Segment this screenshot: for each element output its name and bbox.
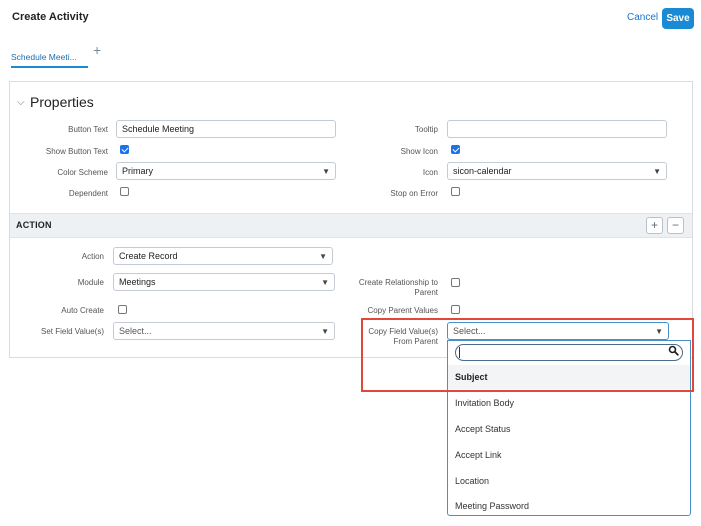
chevron-down-icon: ▼ [321, 327, 329, 336]
action-section-header [10, 213, 692, 238]
cancel-button[interactable]: Cancel [627, 12, 658, 23]
show-button-text-checkbox[interactable] [120, 145, 129, 154]
color-scheme-label: Color Scheme [57, 168, 108, 177]
create-relationship-label: Create Relationship to Parent [338, 278, 438, 298]
chevron-down-icon: ▼ [319, 252, 327, 261]
dependent-checkbox[interactable] [120, 187, 129, 196]
set-field-values-value: Select... [119, 326, 152, 336]
dropdown-option[interactable]: Invitation Body [455, 398, 514, 408]
auto-create-label: Auto Create [61, 306, 104, 315]
tab-schedule-meeting[interactable]: Schedule Meeti... [11, 52, 88, 68]
icon-select[interactable]: sicon-calendar ▼ [447, 162, 667, 180]
copy-parent-values-checkbox[interactable] [451, 305, 460, 314]
collapse-chevron-icon[interactable]: ⌵ [17, 97, 25, 108]
add-action-plus-icon[interactable]: + [646, 217, 663, 234]
create-relationship-label-line2: Parent [414, 288, 438, 297]
stop-on-error-checkbox[interactable] [451, 187, 460, 196]
dropdown-option[interactable]: Location [455, 476, 489, 486]
chevron-down-icon: ▼ [653, 167, 661, 176]
copy-parent-values-label: Copy Parent Values [367, 306, 438, 315]
action-section-title: ACTION [16, 220, 52, 230]
icon-value: sicon-calendar [453, 166, 512, 176]
create-relationship-checkbox[interactable] [451, 278, 460, 287]
tooltip-input[interactable] [447, 120, 667, 138]
save-button[interactable]: Save [662, 8, 694, 29]
action-select[interactable]: Create Record ▼ [113, 247, 333, 265]
dropdown-option[interactable]: Meeting Password [455, 501, 529, 511]
highlight-annotation-box [361, 318, 694, 392]
set-field-values-label: Set Field Value(s) [41, 327, 104, 336]
button-text-label: Button Text [68, 125, 108, 134]
chevron-down-icon: ▼ [322, 167, 330, 176]
action-value: Create Record [119, 251, 178, 261]
tooltip-label: Tooltip [414, 125, 438, 134]
module-label: Module [77, 278, 104, 287]
color-scheme-value: Primary [122, 166, 153, 176]
dropdown-option[interactable]: Accept Link [455, 450, 502, 460]
dropdown-option[interactable]: Accept Status [455, 424, 511, 434]
color-scheme-select[interactable]: Primary ▼ [116, 162, 336, 180]
set-field-values-select[interactable]: Select... ▼ [113, 322, 335, 340]
module-value: Meetings [119, 277, 156, 287]
page-title: Create Activity [12, 11, 89, 23]
icon-label: Icon [422, 168, 438, 177]
show-button-text-label: Show Button Text [45, 147, 108, 156]
show-icon-checkbox[interactable] [451, 145, 460, 154]
chevron-down-icon: ▼ [321, 278, 329, 287]
properties-section-title: Properties [30, 94, 94, 110]
stop-on-error-label: Stop on Error [390, 189, 438, 198]
dependent-label: Dependent [68, 189, 108, 198]
action-label: Action [81, 252, 104, 261]
auto-create-checkbox[interactable] [118, 305, 127, 314]
remove-action-minus-icon[interactable]: − [667, 217, 684, 234]
button-text-input[interactable] [116, 120, 336, 138]
create-relationship-label-line1: Create Relationship to [358, 278, 438, 287]
add-tab-plus-icon[interactable]: + [93, 42, 101, 58]
module-select[interactable]: Meetings ▼ [113, 273, 335, 291]
show-icon-label: Show Icon [400, 147, 438, 156]
